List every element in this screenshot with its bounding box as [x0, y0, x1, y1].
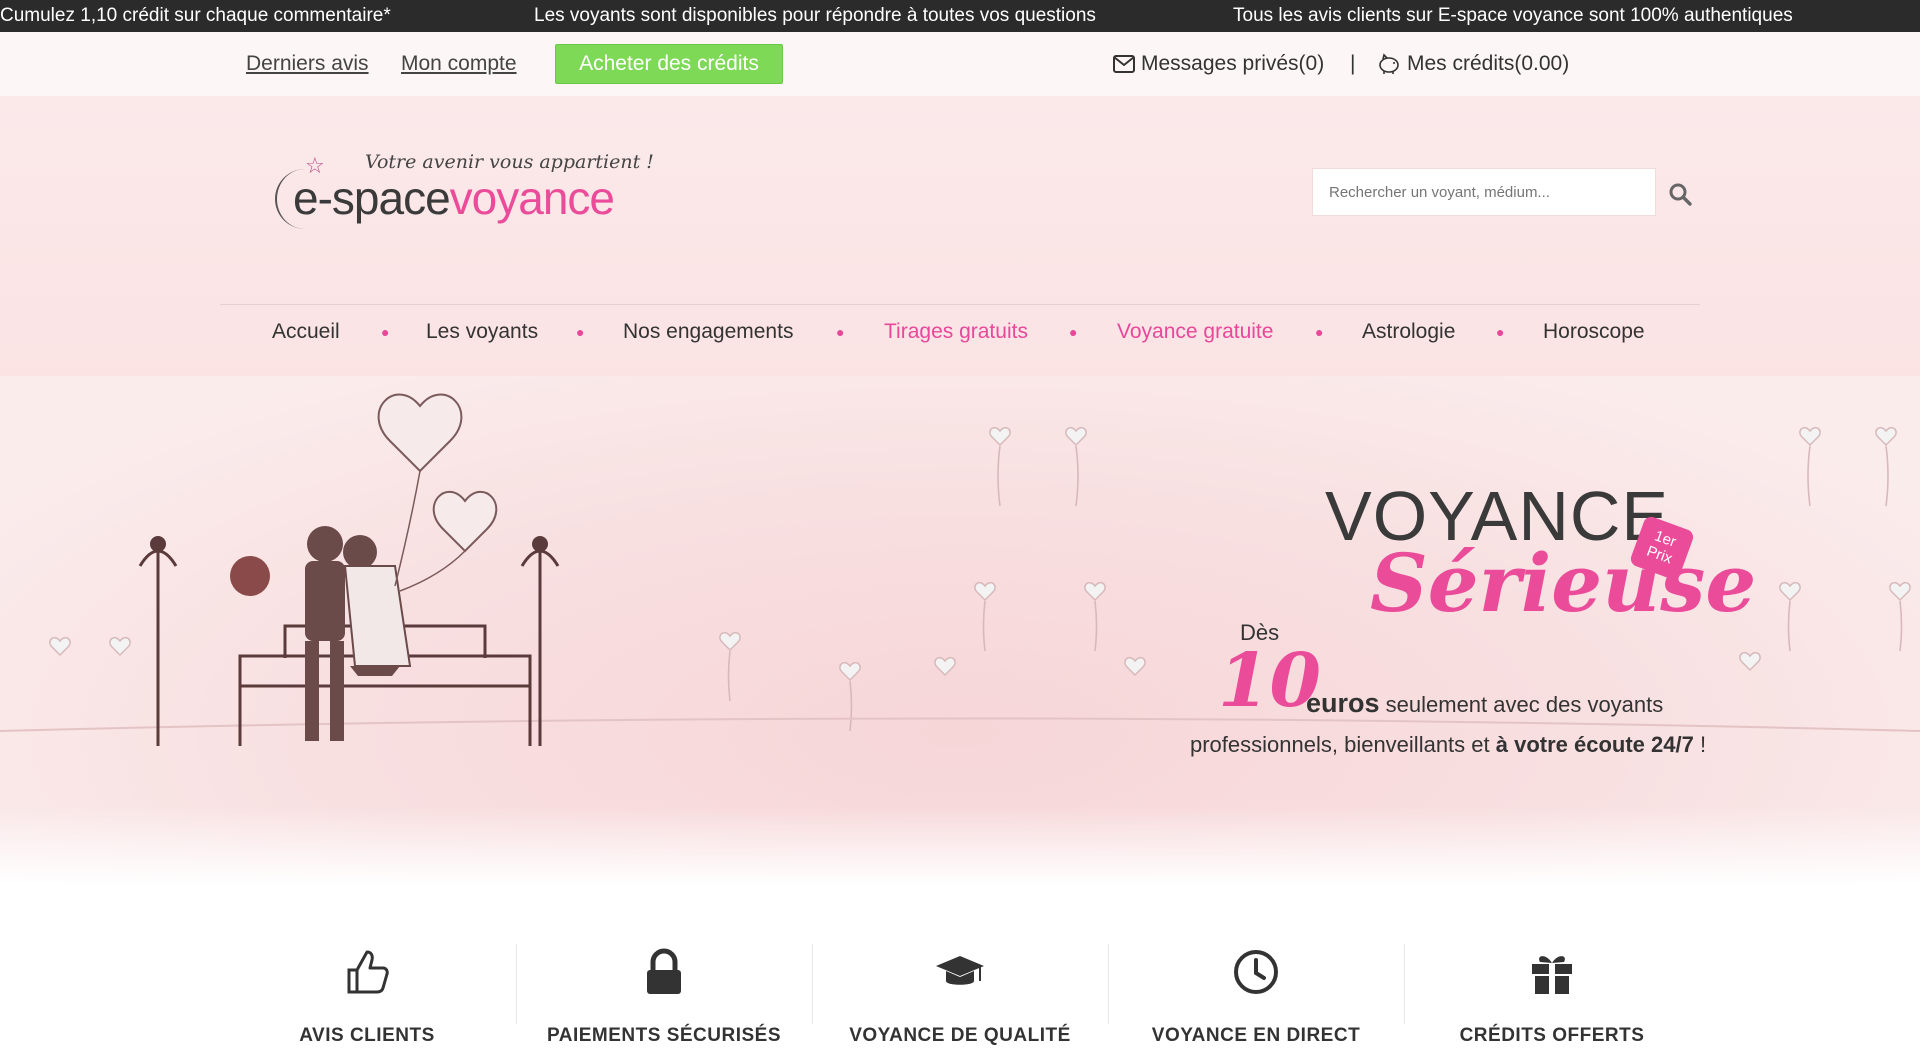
- announcement-ticker: Cumulez 1,10 crédit sur chaque commentai…: [0, 0, 1920, 32]
- feature-customer-reviews[interactable]: AVIS CLIENTS: [219, 946, 515, 1047]
- hero-line2-b: à votre écoute 24/7: [1495, 732, 1694, 757]
- hero-line2-a: professionnels, bienveillants et: [1190, 732, 1490, 757]
- piggy-bank-icon: [1379, 53, 1399, 74]
- ticker-message-authentic: Tous les avis clients sur E-space voyanc…: [1233, 5, 1793, 26]
- nav-divider: [220, 304, 1700, 305]
- search-icon[interactable]: [1668, 182, 1692, 206]
- nav-item-accueil[interactable]: Accueil: [272, 320, 340, 344]
- logo-brand-pink: voyance: [449, 172, 615, 224]
- nav-bullet: ●: [576, 324, 585, 340]
- latest-reviews-link[interactable]: Derniers avis: [246, 52, 369, 76]
- feature-live[interactable]: VOYANCE EN DIRECT: [1108, 946, 1404, 1047]
- nav-item-astrologie[interactable]: Astrologie: [1362, 320, 1455, 344]
- hero-line1-rest: seulement avec des voyants: [1385, 692, 1664, 717]
- logo-brand-dark: e-space: [293, 172, 451, 224]
- main-nav: Accueil ● Les voyants ● Nos engagements …: [0, 320, 1920, 360]
- features-row: AVIS CLIENTS PAIEMENTS SÉCURISÉS VOYANCE…: [0, 886, 1920, 1053]
- site-logo[interactable]: ☆ Votre avenir vous appartient ! e-space…: [275, 151, 655, 241]
- topbar-separator: |: [1350, 52, 1356, 75]
- feature-label: VOYANCE EN DIRECT: [1151, 1025, 1361, 1046]
- site-header: ☆ Votre avenir vous appartient ! e-space…: [0, 96, 1920, 376]
- my-credits-label: Mes crédits(0.00): [1407, 52, 1570, 75]
- clock-icon: [1234, 950, 1278, 994]
- my-account-link[interactable]: Mon compte: [401, 52, 517, 76]
- hero-line2-end: !: [1693, 732, 1707, 757]
- feature-label: VOYANCE DE QUALITÉ: [849, 1025, 1071, 1046]
- gift-icon: [1532, 956, 1572, 994]
- thumbs-up-icon: [347, 950, 389, 994]
- ticker-message-availability: Les voyants sont disponibles pour répond…: [534, 5, 1096, 26]
- ticker-message-credits: Cumulez 1,10 crédit sur chaque commentai…: [0, 5, 391, 26]
- private-messages-link[interactable]: Messages privés(0): [1113, 52, 1324, 76]
- logo-tagline: Votre avenir vous appartient !: [365, 151, 654, 173]
- nav-bullet: ●: [381, 324, 390, 340]
- feature-label: AVIS CLIENTS: [299, 1025, 435, 1046]
- nav-bullet: ●: [1315, 324, 1324, 340]
- nav-item-voyants[interactable]: Les voyants: [426, 320, 538, 344]
- hero-currency: euros: [1306, 688, 1380, 718]
- nav-bullet: ●: [1496, 324, 1505, 340]
- hero-fade: [0, 806, 1920, 886]
- nav-item-horoscope[interactable]: Horoscope: [1543, 320, 1645, 344]
- nav-item-voyance-gratuite[interactable]: Voyance gratuite: [1117, 320, 1273, 344]
- feature-secure-payments[interactable]: PAIEMENTS SÉCURISÉS: [516, 946, 812, 1047]
- hero-price-line: euros seulement avec des voyants: [1306, 688, 1663, 719]
- search-input[interactable]: [1312, 168, 1656, 216]
- nav-bullet: ●: [1069, 324, 1078, 340]
- feature-quality[interactable]: VOYANCE DE QUALITÉ: [812, 946, 1108, 1047]
- my-credits-link[interactable]: Mes crédits(0.00): [1377, 52, 1569, 76]
- nav-item-tirages-gratuits[interactable]: Tirages gratuits: [884, 320, 1028, 344]
- feature-label: CRÉDITS OFFERTS: [1459, 1025, 1645, 1046]
- logo-brand: e-spacevoyance: [293, 171, 615, 225]
- buy-credits-button[interactable]: Acheter des crédits: [555, 44, 783, 84]
- hero-banner[interactable]: VOYANCE 1er Prix Sérieuse Dès 10 euros se…: [0, 376, 1920, 886]
- lock-icon: [647, 948, 681, 994]
- hero-script-text: Sérieuse: [1370, 536, 1757, 630]
- hero-tagline: professionnels, bienveillants et à votre…: [1190, 732, 1706, 758]
- graduation-cap-icon: [936, 956, 984, 985]
- feature-label: PAIEMENTS SÉCURISÉS: [546, 1025, 782, 1046]
- feature-free-credits[interactable]: CRÉDITS OFFERTS: [1404, 946, 1700, 1047]
- top-bar: Derniers avis Mon compte Acheter des cré…: [0, 32, 1920, 96]
- nav-bullet: ●: [836, 324, 845, 340]
- envelope-icon: [1113, 55, 1135, 73]
- private-messages-label: Messages privés(0): [1141, 52, 1325, 75]
- nav-item-engagements[interactable]: Nos engagements: [623, 320, 793, 344]
